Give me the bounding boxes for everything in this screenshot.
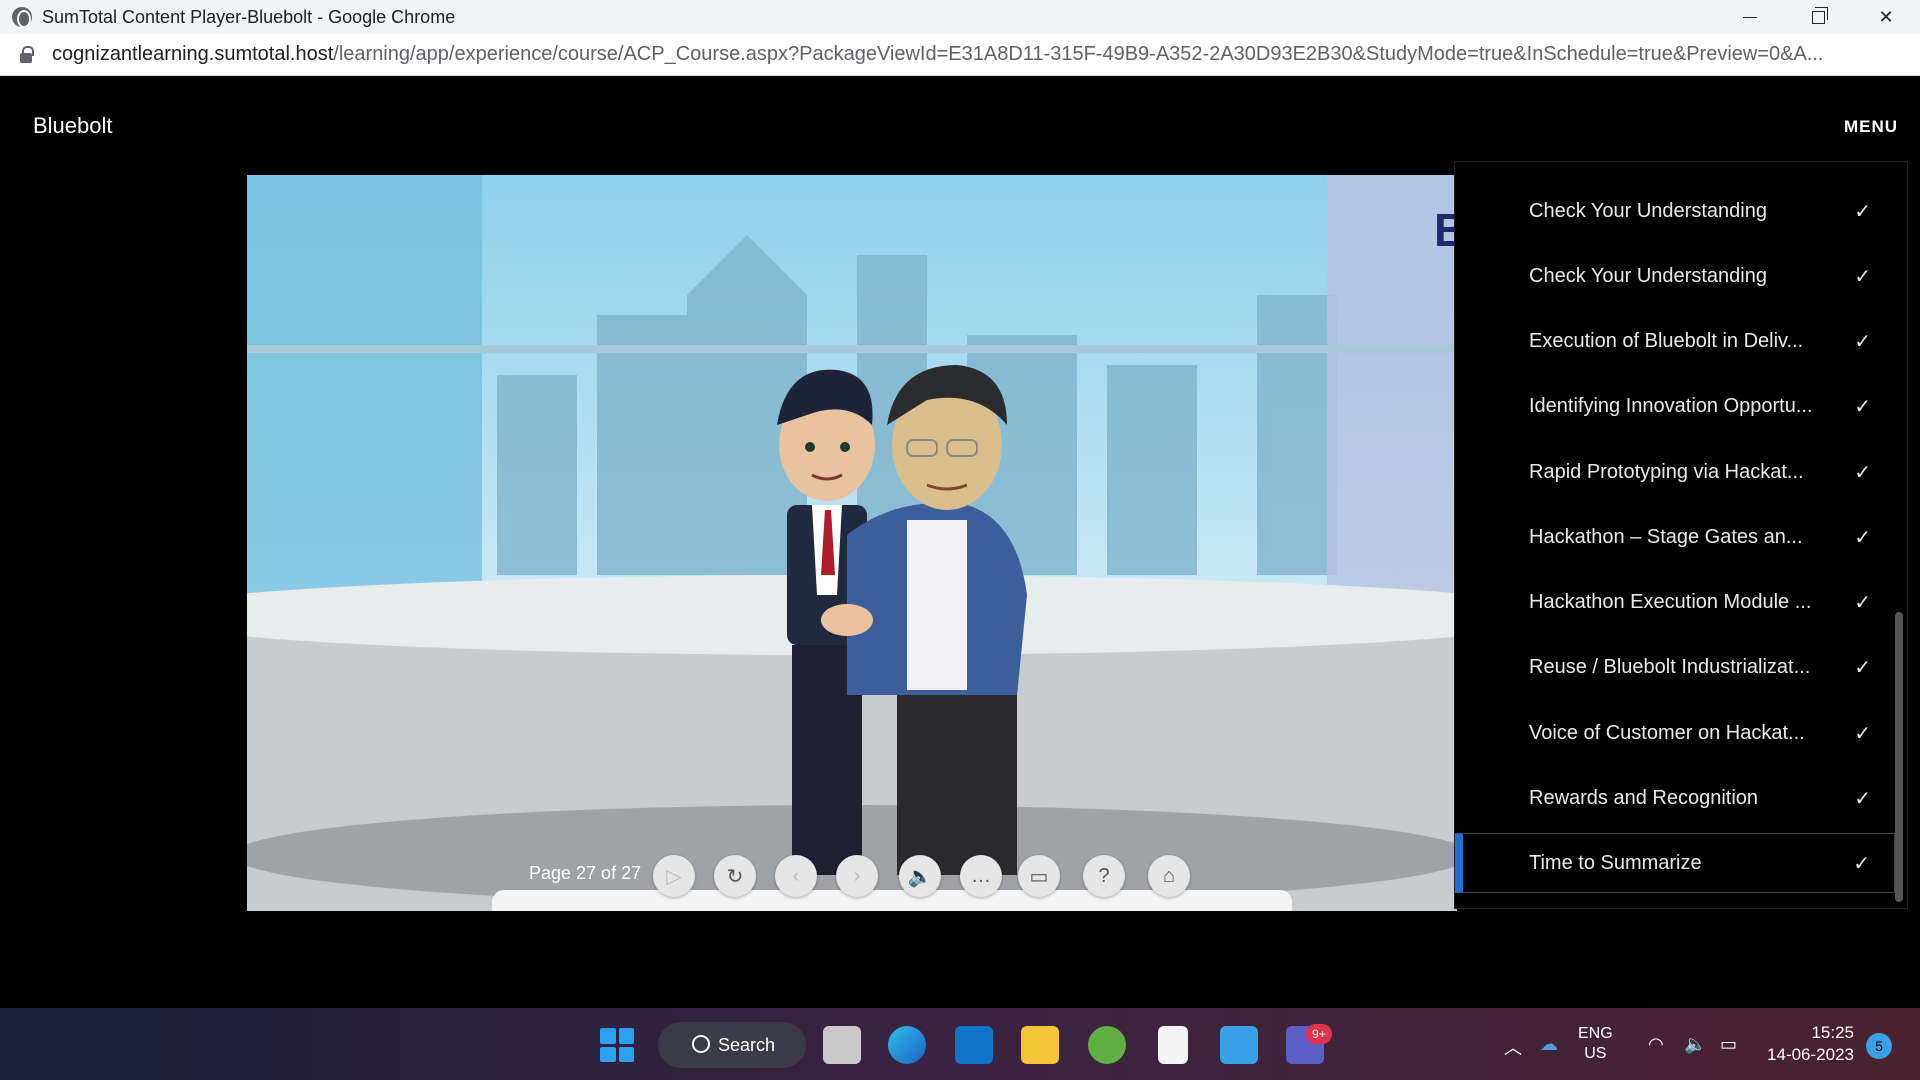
teams-notification-badge: 9+ xyxy=(1306,1024,1332,1044)
outlook-icon[interactable] xyxy=(955,1026,993,1064)
play-icon: ▷ xyxy=(666,865,682,888)
captions-button[interactable]: … xyxy=(960,855,1002,897)
check-icon: ✓ xyxy=(1854,656,1871,679)
menu-item[interactable]: Voice of Customer on Hackat... ✓ xyxy=(1455,703,1895,763)
edge-icon[interactable] xyxy=(888,1026,926,1064)
file-explorer-icon[interactable] xyxy=(1021,1026,1059,1064)
help-icon: ? xyxy=(1098,864,1110,887)
course-stage: B xyxy=(247,175,1457,911)
folder-icon: ▭ xyxy=(1029,865,1049,888)
menu-item[interactable]: Execution of Bluebolt in Deliv... ✓ xyxy=(1455,311,1895,371)
player-controls: Page 27 of 27 ▷ ↻ ‹ › 🔈 … ▭ ? ⌂ xyxy=(247,837,1457,911)
windows-taskbar: Search 9+ ︿ ☁ ENG US ◠ 🔈 ▭ 15:25 14-06-202… xyxy=(0,1008,1920,1080)
chat-bubble-icon: … xyxy=(971,864,991,887)
restore-button[interactable] xyxy=(1784,0,1852,34)
notification-badge[interactable]: 5 xyxy=(1866,1033,1892,1059)
document-app-icon[interactable] xyxy=(1158,1026,1188,1064)
volume-tray-icon[interactable]: 🔈 xyxy=(1684,1034,1706,1055)
brand-title: Bluebolt xyxy=(33,113,113,138)
url-text[interactable]: cognizantlearning.sumtotal.host/learning… xyxy=(52,43,1823,66)
minimize-icon xyxy=(1743,16,1757,18)
office-scene-illustration xyxy=(247,175,1457,911)
check-icon: ✓ xyxy=(1853,852,1870,875)
remote-desktop-icon[interactable] xyxy=(1220,1026,1258,1064)
window-controls: ✕ xyxy=(1716,0,1920,34)
menu-button[interactable]: MENU xyxy=(1844,117,1898,137)
lock-icon xyxy=(20,45,34,63)
menu-item[interactable]: Check Your Understanding ✓ xyxy=(1455,246,1895,306)
menu-item[interactable]: Check Your Understanding ✓ xyxy=(1455,181,1895,241)
check-icon: ✓ xyxy=(1854,722,1871,745)
windows-start-icon[interactable] xyxy=(600,1028,634,1062)
system-clock[interactable]: 15:25 14-06-2023 xyxy=(1764,1022,1854,1066)
check-icon: ✓ xyxy=(1854,461,1871,484)
menu-item[interactable]: Rewards and Recognition ✓ xyxy=(1455,768,1895,828)
check-icon: ✓ xyxy=(1854,330,1871,353)
previous-button[interactable]: ‹ xyxy=(775,855,817,897)
chevron-left-icon: ‹ xyxy=(792,864,800,887)
replay-button[interactable]: ↻ xyxy=(714,855,756,897)
page-indicator: Page 27 of 27 xyxy=(529,863,642,883)
menu-item[interactable]: Reuse / Bluebolt Industrializat... ✓ xyxy=(1455,637,1895,697)
restore-icon xyxy=(1811,6,1828,24)
menu-item[interactable]: Hackathon Execution Module ... ✓ xyxy=(1455,572,1895,632)
check-icon: ✓ xyxy=(1854,265,1871,288)
home-icon: ⌂ xyxy=(1162,864,1176,887)
volume-button[interactable]: 🔈 xyxy=(899,855,941,897)
check-icon: ✓ xyxy=(1854,526,1871,549)
check-icon: ✓ xyxy=(1854,591,1871,614)
onedrive-icon[interactable]: ☁ xyxy=(1540,1034,1558,1055)
close-button[interactable]: ✕ xyxy=(1852,0,1920,34)
replay-icon: ↻ xyxy=(726,865,744,888)
battery-icon[interactable]: ▭ xyxy=(1720,1034,1737,1055)
close-icon: ✕ xyxy=(1878,6,1894,27)
check-icon: ✓ xyxy=(1854,395,1871,418)
app-leaf-icon[interactable] xyxy=(1088,1026,1126,1064)
chevron-up-icon[interactable]: ︿ xyxy=(1504,1034,1522,1060)
check-icon: ✓ xyxy=(1854,787,1871,810)
next-button[interactable]: › xyxy=(836,855,878,897)
volume-icon: 🔈 xyxy=(907,865,933,888)
help-button[interactable]: ? xyxy=(1083,855,1125,897)
window-titlebar: SumTotal Content Player-Bluebolt - Googl… xyxy=(0,0,1920,34)
resources-button[interactable]: ▭ xyxy=(1018,855,1060,897)
url-host: cognizantlearning.sumtotal.host xyxy=(52,43,334,65)
content-player: Bluebolt MENU B Page 27 of 27 ▷ ↻ ‹ › 🔈 … xyxy=(0,77,1920,1007)
url-path: /learning/app/experience/course/ACP_Cour… xyxy=(333,43,1824,65)
wifi-icon[interactable]: ◠ xyxy=(1648,1034,1664,1055)
task-view-icon[interactable] xyxy=(823,1026,861,1064)
menu-item[interactable]: Hackathon – Stage Gates an... ✓ xyxy=(1455,507,1895,567)
window-title: SumTotal Content Player-Bluebolt - Googl… xyxy=(42,6,456,27)
home-button[interactable]: ⌂ xyxy=(1148,855,1190,897)
play-button[interactable]: ▷ xyxy=(653,855,695,897)
minimize-button[interactable] xyxy=(1716,0,1784,34)
menu-item-active[interactable]: Time to Summarize ✓ xyxy=(1455,833,1895,893)
chevron-right-icon: › xyxy=(853,864,861,887)
taskbar-search[interactable]: Search xyxy=(658,1022,806,1068)
course-menu-panel: Check Your Understanding ✓ Check Your Und… xyxy=(1454,161,1908,909)
menu-scrollbar[interactable] xyxy=(1895,612,1903,902)
check-icon: ✓ xyxy=(1854,200,1871,223)
globe-icon xyxy=(12,7,32,28)
address-bar[interactable]: cognizantlearning.sumtotal.host/learning… xyxy=(0,34,1920,76)
language-indicator[interactable]: ENG US xyxy=(1578,1024,1613,1064)
menu-item[interactable]: Rapid Prototyping via Hackat... ✓ xyxy=(1455,442,1895,502)
menu-item[interactable]: Identifying Innovation Opportu... ✓ xyxy=(1455,376,1895,436)
